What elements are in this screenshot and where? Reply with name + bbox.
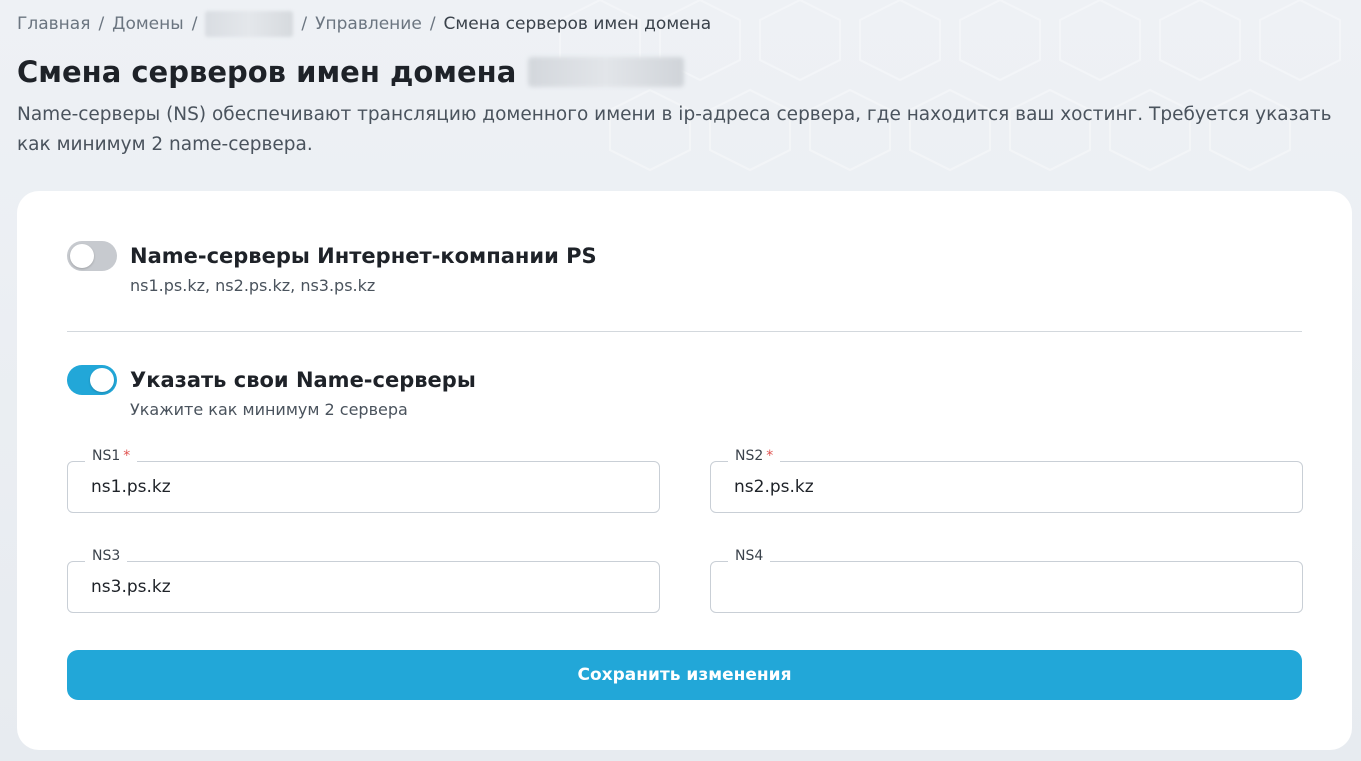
ns2-label-text: NS2 — [735, 448, 764, 464]
option-company-title: Name-серверы Интернет-компании PS — [130, 244, 597, 268]
ns4-field: NS4 — [710, 547, 1303, 613]
breadcrumb-separator: / — [429, 14, 436, 34]
ns2-field: NS2* — [710, 447, 1303, 513]
ns3-input[interactable] — [67, 561, 660, 613]
nameservers-card: Name-серверы Интернет-компании PS ns1.ps… — [17, 191, 1352, 750]
breadcrumb-separator: / — [301, 14, 308, 34]
option-custom-title: Указать свои Name-серверы — [130, 368, 476, 392]
page-description: Name-серверы (NS) обеспечивают трансляци… — [17, 104, 1332, 155]
ns1-field: NS1* — [67, 447, 660, 513]
ns2-required-mark: * — [766, 448, 774, 464]
breadcrumb-home-link[interactable]: Главная — [17, 14, 90, 34]
breadcrumb-domain-link-redacted[interactable] — [205, 11, 294, 37]
ns3-label: NS3 — [85, 547, 128, 565]
ns3-field: NS3 — [67, 547, 660, 613]
option-custom-nameservers: Указать свои Name-серверы Укажите как ми… — [67, 365, 476, 419]
ns1-label-text: NS1 — [92, 448, 121, 464]
breadcrumb-separator: / — [98, 14, 105, 34]
ns4-label-text: NS4 — [735, 548, 764, 564]
option-company-text: Name-серверы Интернет-компании PS ns1.ps… — [130, 241, 597, 295]
company-nameservers-toggle[interactable] — [67, 241, 117, 271]
breadcrumb-domains-link[interactable]: Домены — [112, 14, 184, 34]
breadcrumb-manage-link[interactable]: Управление — [315, 14, 422, 34]
toggle-knob — [90, 368, 114, 392]
ns1-input[interactable] — [67, 461, 660, 513]
section-divider — [67, 331, 1302, 332]
page-title-text: Смена серверов имен домена — [17, 55, 517, 89]
ns1-required-mark: * — [123, 448, 131, 464]
option-custom-subtitle: Укажите как минимум 2 сервера — [130, 400, 408, 419]
ns3-label-text: NS3 — [92, 548, 121, 564]
domain-name-redacted — [528, 57, 685, 87]
option-company-nameservers: Name-серверы Интернет-компании PS ns1.ps… — [67, 241, 597, 295]
custom-nameservers-toggle[interactable] — [67, 365, 117, 395]
ns4-input[interactable] — [710, 561, 1303, 613]
ns2-label: NS2 * — [728, 447, 781, 465]
save-changes-button[interactable]: Сохранить изменения — [67, 650, 1302, 700]
toggle-knob — [70, 244, 94, 268]
page-title: Смена серверов имен домена — [17, 50, 685, 94]
ns4-label: NS4 — [728, 547, 771, 565]
breadcrumb: Главная / Домены / / Управление / Смена … — [17, 11, 712, 37]
breadcrumb-current: Смена серверов имен домена — [443, 14, 712, 34]
ns1-label: NS1 * — [85, 447, 138, 465]
breadcrumb-separator: / — [191, 14, 198, 34]
option-custom-text: Указать свои Name-серверы Укажите как ми… — [130, 365, 476, 419]
ns2-input[interactable] — [710, 461, 1303, 513]
option-company-subtitle: ns1.ps.kz, ns2.ps.kz, ns3.ps.kz — [130, 276, 376, 295]
